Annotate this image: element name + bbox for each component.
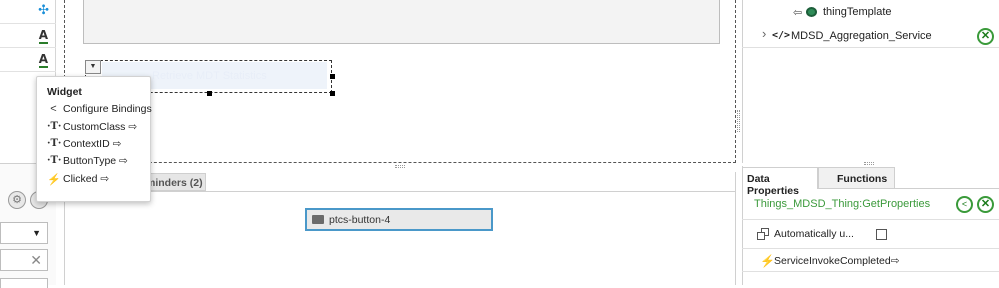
text-property-icon: ·T·: [47, 138, 62, 149]
divider: [742, 219, 999, 220]
filter-select[interactable]: ▼: [0, 222, 48, 244]
move-icon[interactable]: ✣: [38, 3, 49, 18]
auto-update-icon: [757, 228, 769, 240]
menu-item-label: ContextID ⇨: [63, 138, 122, 150]
chevron-right-icon[interactable]: ›: [762, 26, 766, 41]
vertical-splitter-grip[interactable]: [737, 110, 740, 132]
tab-functions[interactable]: Functions: [818, 167, 895, 189]
menu-item-custom-class[interactable]: ·T· CustomClass ⇨: [47, 120, 151, 136]
service-event-label[interactable]: ServiceInvokeCompleted⇨: [774, 255, 900, 267]
divider: [742, 271, 999, 272]
menu-item-button-type[interactable]: ·T· ButtonType ⇨: [47, 154, 151, 170]
share-icon: <: [50, 103, 57, 115]
text-format-icon[interactable]: A: [38, 28, 48, 44]
container-widget[interactable]: [83, 0, 720, 44]
lightning-icon: ⚡: [760, 254, 775, 268]
thing-template-icon: [806, 7, 817, 17]
tree-label: thingTemplate: [823, 6, 892, 18]
menu-item-clicked[interactable]: ⚡ Clicked ⇨: [47, 172, 151, 188]
splitter-grip[interactable]: [864, 162, 874, 165]
gear-icon[interactable]: ⚙: [8, 191, 26, 209]
chevron-down-icon: ▼: [32, 228, 41, 238]
auto-update-label: Automatically u...: [774, 228, 854, 240]
tab-data-properties[interactable]: Data Properties: [742, 167, 818, 197]
resize-handle[interactable]: [207, 91, 212, 96]
menu-item-label: CustomClass ⇨: [63, 121, 138, 133]
divider: [742, 248, 999, 249]
widget-chip-label: ptcs-button-4: [329, 214, 391, 226]
menu-item-configure-bindings[interactable]: < Configure Bindings: [47, 102, 151, 118]
button-widget-icon: [312, 215, 324, 224]
tree-label: MDSD_Aggregation_Service: [791, 30, 932, 42]
share-icon[interactable]: <: [956, 196, 973, 213]
tree-row-service[interactable]: › </> MDSD_Aggregation_Service ✕: [742, 24, 999, 48]
clear-icon[interactable]: ✕: [30, 252, 42, 269]
widget-chip[interactable]: ptcs-button-4: [305, 208, 493, 231]
left-panel-row[interactable]: A: [0, 24, 56, 48]
left-panel-row[interactable]: ✣: [0, 0, 56, 24]
lightning-icon: ⚡: [47, 174, 61, 186]
resize-handle[interactable]: [330, 91, 335, 96]
widget-context-menu: Widget < Configure Bindings ·T· CustomCl…: [36, 76, 152, 202]
tab-strip-divider: [895, 188, 999, 189]
resize-handle[interactable]: [330, 74, 335, 79]
link-arrow-icon: ⇦: [793, 7, 803, 19]
menu-title: Widget: [47, 86, 82, 98]
menu-item-label: Clicked ⇨: [63, 173, 110, 185]
text-input[interactable]: [0, 278, 48, 288]
service-name: Things_MDSD_Thing:GetProperties: [754, 198, 931, 210]
widget-menu-button[interactable]: ▼: [85, 60, 101, 74]
left-panel-row[interactable]: A: [0, 48, 56, 72]
remove-icon[interactable]: ✕: [977, 28, 994, 45]
tree-row-thing-template[interactable]: ⇦ thingTemplate: [742, 0, 999, 24]
menu-item-label: Configure Bindings: [63, 103, 152, 115]
auto-update-checkbox[interactable]: [876, 229, 887, 240]
remove-icon[interactable]: ✕: [977, 196, 994, 213]
menu-item-label: ButtonType ⇨: [63, 155, 128, 167]
bind-arrow-icon: ⇨: [890, 255, 900, 267]
search-input[interactable]: ✕: [0, 249, 48, 271]
text-property-icon: ·T·: [47, 155, 62, 166]
text-property-icon: ·T·: [47, 121, 62, 132]
tab-strip-divider: [64, 191, 736, 192]
text-format-icon[interactable]: A: [38, 52, 48, 68]
splitter-grip[interactable]: [395, 165, 405, 168]
code-icon: </>: [772, 30, 791, 41]
menu-item-context-id[interactable]: ·T· ContextID ⇨: [47, 137, 151, 153]
event-name: ServiceInvokeCompleted: [774, 255, 891, 267]
